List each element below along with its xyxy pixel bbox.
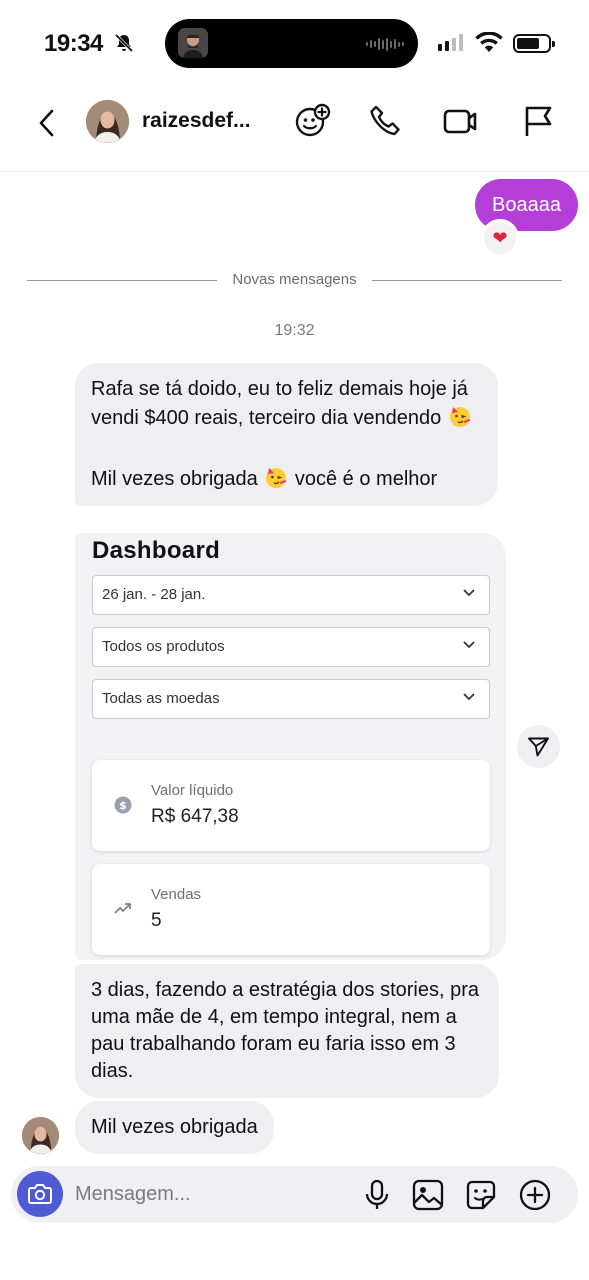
send-share-icon (528, 737, 549, 757)
gallery-icon[interactable] (411, 1178, 445, 1212)
contact-avatar[interactable] (86, 100, 129, 143)
dollar-coin-icon: $ (114, 796, 132, 814)
call-avatar (178, 28, 208, 58)
dynamic-island (165, 19, 418, 68)
sticker-icon[interactable] (464, 1178, 498, 1212)
date-filter-value: 26 jan. - 28 jan. (102, 586, 206, 603)
report-flag-icon[interactable] (520, 102, 558, 140)
heart-reaction-icon[interactable]: ❤ (481, 219, 519, 257)
net-value-card: $ Valor líquido R$ 647,38 (92, 760, 490, 851)
net-value-label: Valor líquido (151, 782, 234, 799)
net-value-amount: R$ 647,38 (151, 806, 239, 827)
message-composer: Mensagem... (11, 1166, 578, 1223)
bell-muted-icon (114, 33, 134, 53)
status-bar: 19:34 (0, 0, 589, 88)
audio-wave-icon (366, 37, 404, 51)
contact-username[interactable]: raizesdef... (142, 109, 251, 133)
message-text: você é o melhor (294, 468, 438, 490)
sales-card: Vendas 5 (92, 864, 490, 955)
video-call-icon[interactable] (441, 102, 479, 140)
incoming-message[interactable]: Mil vezes obrigada (75, 1101, 274, 1154)
camera-button[interactable] (17, 1171, 63, 1217)
microphone-icon[interactable] (360, 1178, 394, 1212)
status-time: 19:34 (44, 30, 103, 57)
chat-header: raizesdef... (0, 88, 589, 172)
share-button[interactable] (517, 725, 560, 768)
message-text: Mil vezes obrigada (91, 468, 258, 490)
currency-filter-value: Todas as moedas (102, 690, 220, 707)
effects-sticker-icon[interactable] (294, 102, 332, 140)
message-input[interactable]: Mensagem... (75, 1183, 191, 1206)
message-text: Rafa se tá doido, eu to feliz demais hoj… (91, 378, 468, 429)
new-messages-divider: Novas mensagens (27, 270, 562, 290)
message-timestamp: 19:32 (274, 322, 315, 339)
product-filter-value: Todos os produtos (102, 638, 225, 655)
chevron-down-icon (463, 589, 475, 597)
trending-up-icon (114, 903, 131, 914)
wifi-icon (475, 32, 503, 52)
svg-text:$: $ (119, 799, 127, 812)
party-face-emoji-icon (449, 407, 470, 427)
incoming-message[interactable]: 3 dias, fazendo a estratégia dos stories… (75, 964, 499, 1098)
date-filter-select: 26 jan. - 28 jan. (92, 575, 490, 615)
sales-count: 5 (151, 910, 162, 931)
battery-icon (513, 34, 555, 53)
camera-icon (28, 1184, 52, 1204)
divider-label: Novas mensagens (232, 271, 357, 288)
currency-filter-select: Todas as moedas (92, 679, 490, 719)
add-plus-icon[interactable] (518, 1178, 552, 1212)
phone-call-icon[interactable] (367, 102, 405, 140)
cellular-signal-icon (438, 34, 463, 51)
dashboard-screenshot-message[interactable]: Dashboard 26 jan. - 28 jan. Todos os pro… (75, 533, 506, 960)
back-arrow-icon[interactable] (34, 106, 62, 140)
chevron-down-icon (463, 641, 475, 649)
sales-label: Vendas (151, 886, 202, 903)
chevron-down-icon (463, 693, 475, 701)
incoming-message[interactable]: Rafa se tá doido, eu to feliz demais hoj… (75, 363, 498, 506)
product-filter-select: Todos os produtos (92, 627, 490, 667)
party-face-emoji-icon (266, 468, 287, 488)
dashboard-title: Dashboard (92, 537, 221, 564)
sender-avatar[interactable] (22, 1117, 59, 1154)
